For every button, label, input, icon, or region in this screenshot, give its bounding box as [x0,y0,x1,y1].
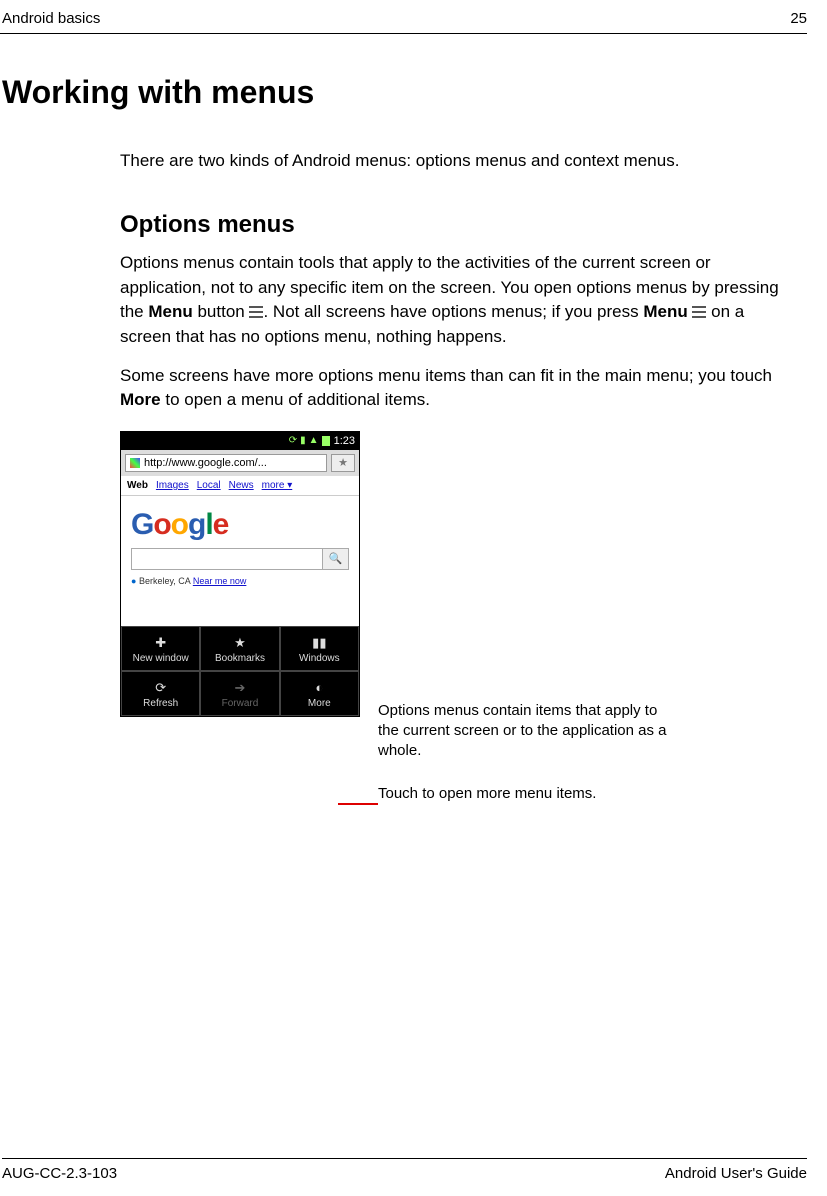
search-input[interactable] [132,549,322,569]
favicon-icon [130,458,140,468]
google-tabs: Web Images Local News more ▾ [121,476,359,496]
bookmark-icon: ★ [338,456,348,469]
menu-refresh[interactable]: ⟳ Refresh [121,671,200,716]
forward-icon: ➔ [232,680,248,696]
options-para-2: Some screens have more options menu item… [120,364,787,413]
p2-a: Some screens have more options menu item… [120,366,772,385]
menu-forward: ➔ Forward [200,671,279,716]
p1-menu-bold-1: Menu [148,302,192,321]
p1-menu-bold-2: Menu [643,302,687,321]
menu-more[interactable]: ◐ More [280,671,359,716]
menu-more-label: More [308,698,331,709]
doc-name: Android User's Guide [665,1165,807,1182]
signal-3g-icon: ▮ [300,435,306,446]
browser-content: Google 🔍 ● Berkeley, CA Near me now [121,496,359,626]
near-me-link[interactable]: Near me now [193,576,247,586]
search-box: 🔍 [131,548,349,570]
chapter-name: Android basics [2,10,100,27]
callout-options-desc: Options menus contain items that apply t… [378,701,668,762]
page-footer: AUG-CC-2.3-103 Android User's Guide [2,1158,807,1182]
google-logo: Google [131,508,349,542]
status-bar: ⟳ ▮ ▲ 1:23 [121,432,359,450]
p1-c: button [193,302,250,321]
p1-d: . Not all screens have options menus; if… [263,302,643,321]
callout-leader-line [338,803,378,805]
location-text: Berkeley, CA [139,576,190,586]
menu-bookmarks-label: Bookmarks [215,653,265,664]
menu-bookmarks[interactable]: ★ Bookmarks [200,626,279,671]
signal-bars-icon: ▲ [309,435,319,446]
url-input[interactable]: http://www.google.com/... [125,454,327,472]
callout-more-desc: Touch to open more menu items. [378,784,668,804]
page-number: 25 [790,10,807,27]
search-button[interactable]: 🔍 [322,549,348,569]
plus-icon: ✚ [153,635,169,651]
menu-icon [692,306,706,318]
page-header: Android basics 25 [0,10,807,34]
callout-column: Options menus contain items that apply t… [378,431,668,804]
section-heading: Options menus [120,211,787,239]
doc-id: AUG-CC-2.3-103 [2,1165,117,1182]
more-icon: ◐ [311,680,327,696]
intro-text: There are two kinds of Android menus: op… [120,151,787,171]
options-para-1: Options menus contain tools that apply t… [120,251,787,350]
tab-local[interactable]: Local [197,480,221,491]
status-icons: ⟳ ▮ ▲ [289,435,330,446]
sync-icon: ⟳ [289,435,297,446]
location-dot-icon: ● [131,576,136,586]
windows-icon: ▮▮ [311,635,327,651]
tab-web[interactable]: Web [127,480,148,491]
location-row: ● Berkeley, CA Near me now [131,576,349,586]
figure: ⟳ ▮ ▲ 1:23 http://www.google.com/... ★ W… [120,431,787,804]
status-time: 1:23 [334,435,355,447]
tab-more[interactable]: more ▾ [262,480,293,491]
content-area: There are two kinds of Android menus: op… [120,151,787,804]
refresh-icon: ⟳ [153,680,169,696]
menu-new-window-label: New window [133,653,189,664]
bookmark-star-icon: ★ [232,635,248,651]
p2-more-bold: More [120,390,161,409]
options-menu: ✚ New window ★ Bookmarks ▮▮ Windows ⟳ Re… [121,626,359,716]
p2-c: to open a menu of additional items. [161,390,430,409]
menu-windows[interactable]: ▮▮ Windows [280,626,359,671]
search-icon: 🔍 [329,552,343,565]
tab-images[interactable]: Images [156,480,189,491]
phone-screenshot: ⟳ ▮ ▲ 1:23 http://www.google.com/... ★ W… [120,431,360,717]
menu-new-window[interactable]: ✚ New window [121,626,200,671]
menu-windows-label: Windows [299,653,340,664]
page-title: Working with menus [2,74,807,111]
url-bar-row: http://www.google.com/... ★ [121,450,359,476]
url-text: http://www.google.com/... [144,457,267,469]
menu-icon [249,306,263,318]
menu-refresh-label: Refresh [143,698,178,709]
tab-news[interactable]: News [229,480,254,491]
bookmark-button[interactable]: ★ [331,454,355,472]
battery-icon [322,436,330,446]
menu-forward-label: Forward [222,698,259,709]
